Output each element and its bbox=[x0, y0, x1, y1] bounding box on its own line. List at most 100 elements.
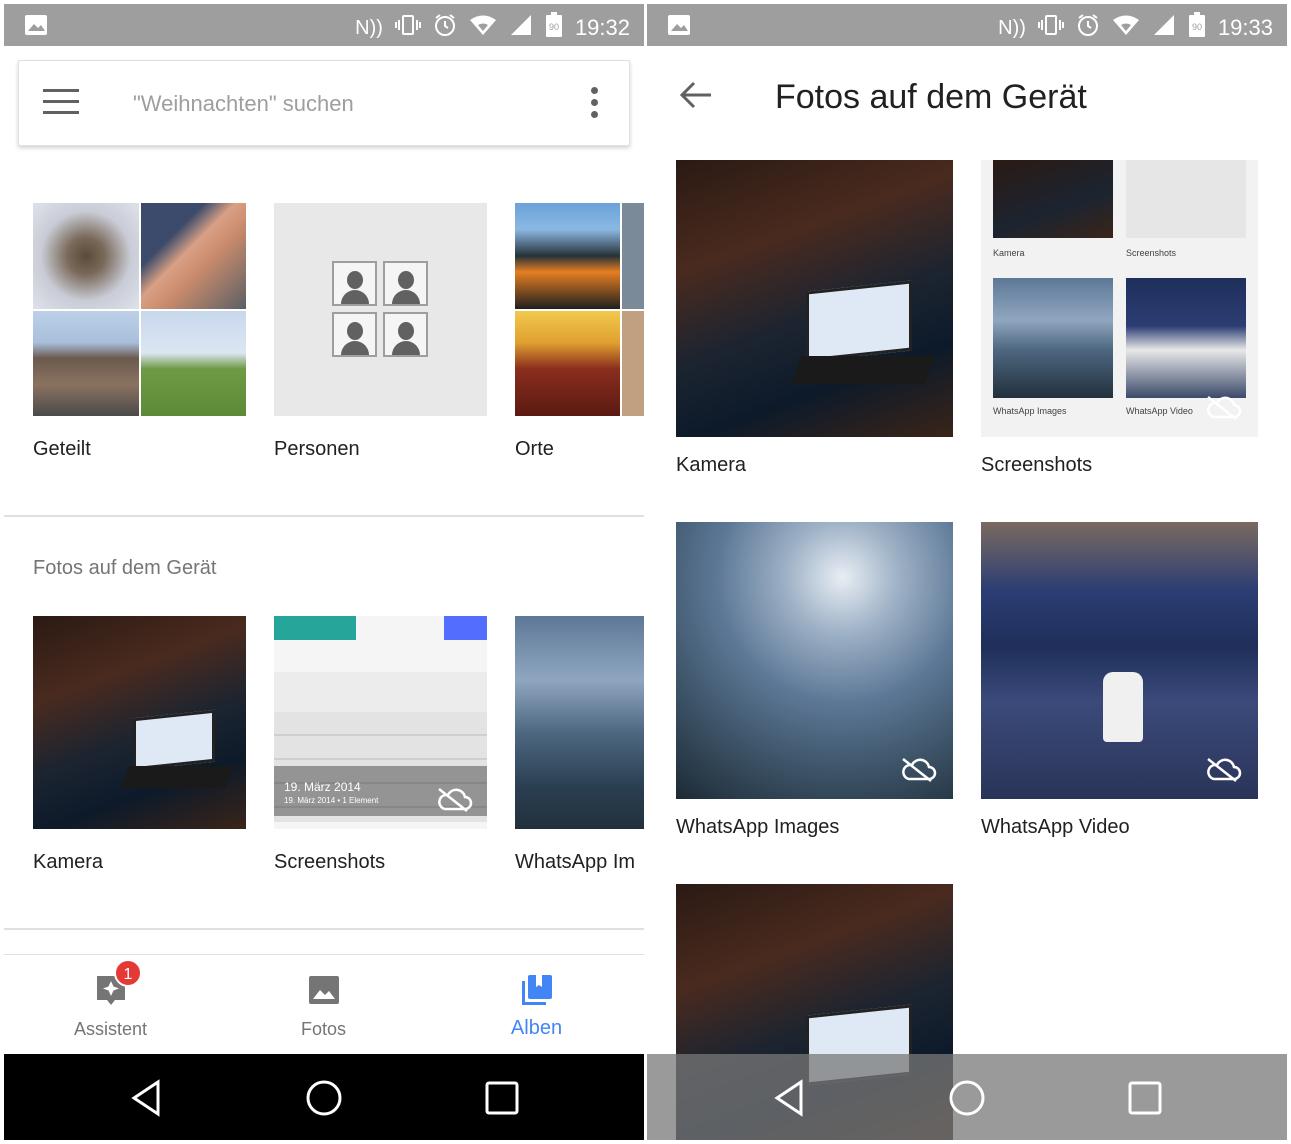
screenshot-overlay-sub: 19. März 2014 • 1 Element bbox=[284, 796, 379, 805]
recents-nav-icon[interactable] bbox=[482, 1078, 522, 1118]
folder-label-camera: Kamera bbox=[676, 454, 747, 476]
thumb-car bbox=[515, 203, 620, 309]
thumb-airplane bbox=[140, 310, 246, 416]
album-shared-thumbnail[interactable] bbox=[33, 203, 246, 416]
player-figure bbox=[1103, 672, 1143, 742]
section-divider bbox=[4, 515, 644, 517]
nfc-icon: N)) bbox=[355, 17, 383, 39]
alarm-icon bbox=[433, 13, 457, 43]
svg-text:90: 90 bbox=[549, 22, 559, 32]
cloud-off-icon bbox=[902, 758, 937, 782]
mini-thumb-camera bbox=[993, 160, 1113, 238]
album-label-places: Orte bbox=[515, 438, 554, 460]
thumb-plant bbox=[33, 203, 139, 309]
mini-label-whatsapp-video: WhatsApp Video bbox=[1126, 406, 1193, 416]
notification-badge: 1 bbox=[114, 959, 142, 987]
signal-icon bbox=[509, 14, 533, 42]
nfc-icon: N)) bbox=[998, 17, 1026, 39]
mini-thumb-whatsapp-video bbox=[1126, 278, 1246, 398]
gallery-notification-icon bbox=[667, 14, 691, 41]
recents-nav-icon[interactable] bbox=[1125, 1078, 1165, 1118]
section-title-device: Fotos auf dem Gerät bbox=[33, 557, 217, 579]
alarm-icon bbox=[1076, 13, 1100, 43]
nav-albums[interactable]: Alben bbox=[430, 955, 643, 1055]
status-time: 19:33 bbox=[1217, 15, 1273, 40]
photo-icon bbox=[308, 976, 339, 1004]
app-bar: Fotos auf dem Gerät bbox=[647, 46, 1287, 146]
thumb-selfie bbox=[140, 203, 246, 309]
album-people-thumbnail[interactable] bbox=[274, 203, 487, 416]
thumb-street bbox=[33, 310, 139, 416]
nav-label-albums: Alben bbox=[510, 1017, 563, 1039]
laptop-keyboard bbox=[120, 766, 234, 788]
vibrate-icon bbox=[394, 14, 421, 42]
section-divider-2 bbox=[4, 928, 644, 930]
folder-whatsapp-images-thumbnail[interactable] bbox=[676, 522, 953, 799]
thumb-food bbox=[515, 310, 620, 416]
cloud-off-icon bbox=[438, 788, 473, 812]
folder-label-whatsapp-images: WhatsApp Im bbox=[515, 851, 636, 873]
signal-icon bbox=[1152, 14, 1176, 42]
folder-whatsapp-images-thumbnail[interactable] bbox=[515, 616, 644, 829]
right-screen: N)) 90 19:33 Fotos auf dem Gerät Kamera … bbox=[647, 4, 1287, 1140]
album-places-thumbnail[interactable] bbox=[515, 203, 644, 416]
more-options-icon[interactable] bbox=[591, 87, 599, 119]
folder-label-screenshots: Screenshots bbox=[274, 851, 386, 873]
screenshot-block-1 bbox=[274, 616, 356, 640]
bottom-navigation: 1 Assistent Fotos Alben bbox=[4, 954, 644, 1054]
menu-icon[interactable] bbox=[43, 89, 79, 117]
nav-assistant[interactable]: 1 Assistent bbox=[4, 955, 217, 1055]
nav-photos[interactable]: Fotos bbox=[217, 955, 430, 1055]
albums-icon bbox=[521, 975, 552, 1005]
back-nav-icon[interactable] bbox=[126, 1078, 166, 1118]
nav-label-assistant: Assistent bbox=[73, 1019, 148, 1039]
folder-label-camera: Kamera bbox=[33, 851, 104, 873]
left-screen: N)) 90 19:32 "Weihnachten" suchen Geteil… bbox=[4, 4, 644, 1140]
nav-label-photos: Fotos bbox=[300, 1019, 347, 1039]
cloud-off-icon bbox=[1207, 758, 1242, 782]
folder-whatsapp-video-thumbnail[interactable] bbox=[981, 522, 1258, 799]
mini-thumb-screenshots bbox=[1126, 160, 1246, 238]
cloud-off-icon bbox=[1207, 396, 1242, 420]
search-input[interactable]: "Weihnachten" suchen bbox=[133, 91, 354, 117]
folder-screenshots-thumbnail[interactable]: Kamera Screenshots WhatsApp Images Whats… bbox=[981, 160, 1258, 437]
home-nav-icon[interactable] bbox=[304, 1078, 344, 1118]
screenshot-block-2 bbox=[444, 616, 487, 640]
mini-label-whatsapp-images: WhatsApp Images bbox=[993, 406, 1067, 416]
folder-label-whatsapp-video: WhatsApp Video bbox=[981, 816, 1130, 838]
gallery-notification-icon bbox=[24, 14, 48, 41]
page-title: Fotos auf dem Gerät bbox=[775, 78, 1087, 116]
folder-camera-thumbnail[interactable] bbox=[33, 616, 246, 829]
laptop-screen bbox=[806, 280, 912, 362]
screenshot-band bbox=[274, 672, 487, 712]
people-icon bbox=[332, 261, 428, 357]
wifi-icon bbox=[469, 14, 497, 42]
screenshot-overlay-date: 19. März 2014 bbox=[284, 780, 361, 794]
album-label-people: Personen bbox=[274, 438, 360, 460]
mini-thumb-whatsapp-images bbox=[993, 278, 1113, 398]
status-bar: N)) 90 19:33 bbox=[647, 4, 1287, 46]
folder-screenshots-thumbnail[interactable]: 19. März 2014 19. März 2014 • 1 Element bbox=[274, 616, 487, 829]
thumb-places-side bbox=[622, 203, 644, 309]
album-label-shared: Geteilt bbox=[33, 438, 91, 460]
folder-camera-thumbnail[interactable] bbox=[676, 160, 953, 437]
mini-label-screenshots: Screenshots bbox=[1126, 248, 1177, 258]
wifi-icon bbox=[1112, 14, 1140, 42]
home-nav-icon[interactable] bbox=[947, 1078, 987, 1118]
folder-label-screenshots: Screenshots bbox=[981, 454, 1093, 476]
laptop-screen bbox=[133, 709, 215, 771]
back-nav-icon[interactable] bbox=[769, 1078, 809, 1118]
laptop-keyboard bbox=[790, 356, 936, 384]
battery-icon: 90 bbox=[1188, 12, 1206, 44]
svg-text:90: 90 bbox=[1192, 22, 1202, 32]
system-navigation-bar bbox=[647, 1054, 1287, 1140]
mini-label-camera: Kamera bbox=[993, 248, 1025, 258]
back-arrow-icon[interactable] bbox=[679, 80, 713, 110]
thumb-places-side2 bbox=[622, 310, 644, 416]
system-navigation-bar bbox=[4, 1054, 644, 1140]
search-bar[interactable]: "Weihnachten" suchen bbox=[18, 60, 630, 146]
status-time: 19:32 bbox=[574, 15, 630, 40]
battery-icon: 90 bbox=[545, 12, 563, 44]
vibrate-icon bbox=[1037, 14, 1064, 42]
status-bar: N)) 90 19:32 bbox=[4, 4, 644, 46]
